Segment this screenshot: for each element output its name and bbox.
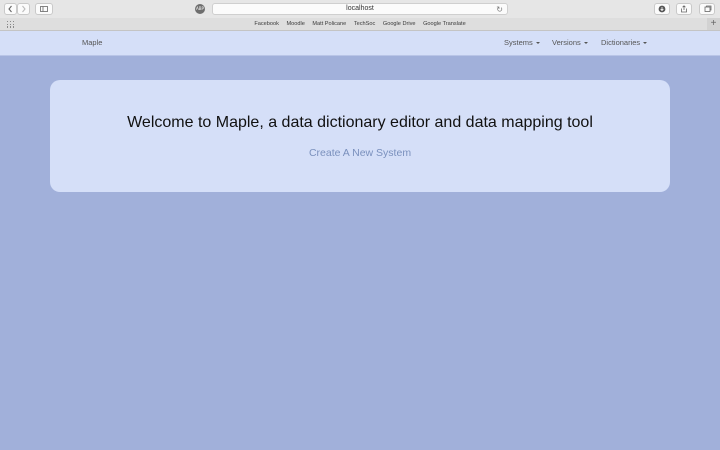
- browser-toolbar: ABP localhost ↻: [0, 0, 720, 18]
- nav-dropdown-label: Dictionaries: [601, 38, 641, 47]
- caret-down-icon: [535, 42, 540, 45]
- sidebar-icon: [40, 6, 48, 12]
- nav-dropdown-systems[interactable]: Systems: [504, 31, 540, 55]
- brand-link[interactable]: Maple: [82, 31, 102, 55]
- chevron-right-icon: [22, 5, 26, 13]
- extension-icon[interactable]: ABP: [195, 4, 205, 14]
- sidebar-button[interactable]: [35, 3, 53, 15]
- downloads-button[interactable]: [654, 3, 670, 15]
- download-icon: [658, 5, 666, 13]
- new-tab-button[interactable]: +: [707, 18, 720, 30]
- bookmark-link[interactable]: Google Drive: [383, 21, 416, 27]
- nav-dropdown-label: Versions: [552, 38, 581, 47]
- reload-icon[interactable]: ↻: [496, 5, 503, 14]
- caret-down-icon: [583, 42, 588, 45]
- bookmark-link[interactable]: Facebook: [254, 21, 279, 27]
- welcome-heading: Welcome to Maple, a data dictionary edit…: [127, 114, 593, 131]
- nav-dropdown-label: Systems: [504, 38, 533, 47]
- share-button[interactable]: [676, 3, 692, 15]
- back-button[interactable]: [4, 3, 17, 15]
- nav-dropdown-dictionaries[interactable]: Dictionaries: [601, 31, 648, 55]
- bookmark-link[interactable]: TechSoc: [354, 21, 375, 27]
- tabs-button[interactable]: [699, 3, 715, 15]
- app-navbar: Maple Systems Versions Dictionaries: [0, 31, 720, 56]
- create-system-link[interactable]: Create A New System: [50, 147, 670, 159]
- bookmarks-bar: Facebook Moodle Matt Policane TechSoc Go…: [0, 18, 720, 31]
- bookmark-link[interactable]: Matt Policane: [312, 21, 346, 27]
- nav-dropdown-versions[interactable]: Versions: [552, 31, 588, 55]
- share-icon: [681, 5, 687, 13]
- welcome-panel: Welcome to Maple, a data dictionary edit…: [50, 80, 670, 192]
- bookmark-link[interactable]: Google Translate: [423, 21, 466, 27]
- bookmark-link[interactable]: Moodle: [286, 21, 304, 27]
- address-text: localhost: [346, 5, 374, 12]
- address-bar[interactable]: localhost ↻: [212, 3, 508, 15]
- tabs-overview-icon: [704, 5, 712, 12]
- caret-down-icon: [643, 42, 648, 45]
- forward-button[interactable]: [17, 3, 30, 15]
- chevron-left-icon: [8, 5, 12, 13]
- bookmark-list: Facebook Moodle Matt Policane TechSoc Go…: [0, 18, 720, 31]
